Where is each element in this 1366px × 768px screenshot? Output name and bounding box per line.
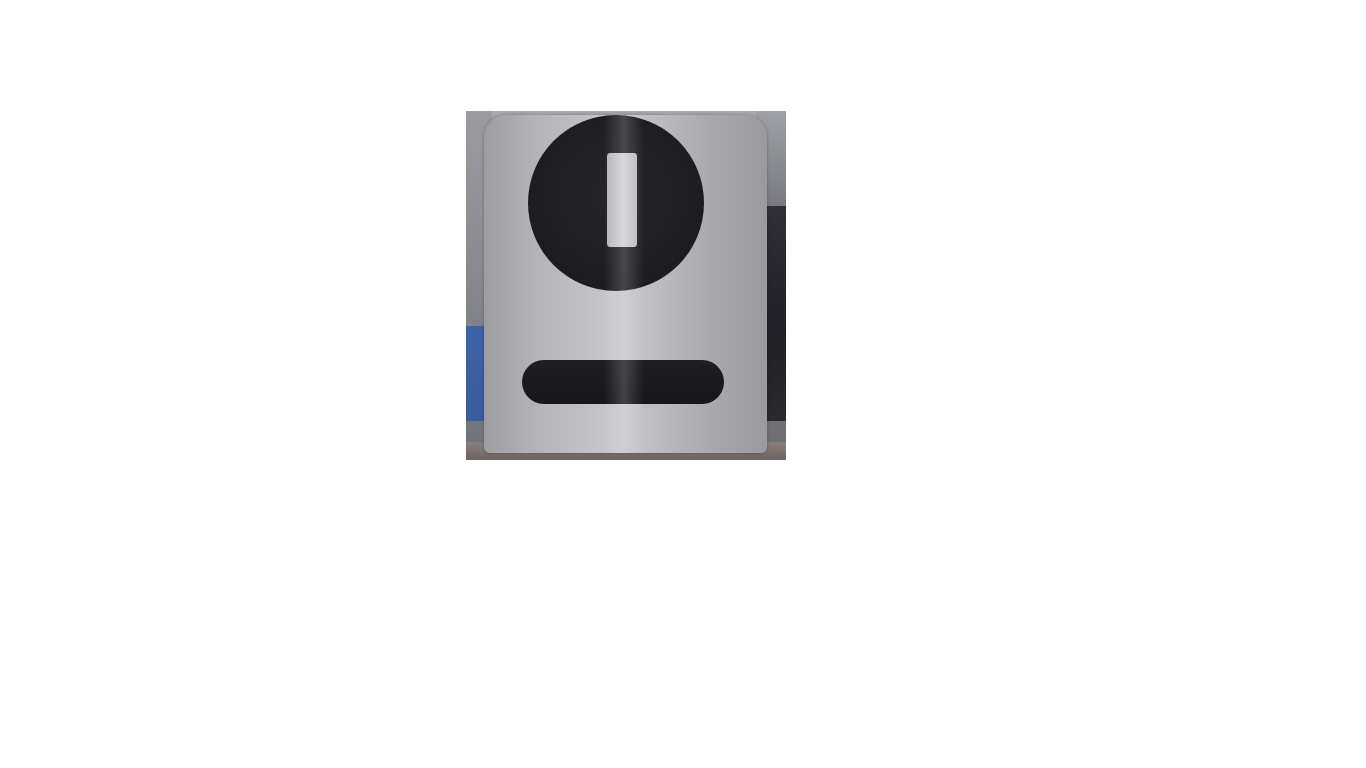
black-circle-symbol (528, 115, 704, 291)
vertical-slot-symbol (607, 153, 637, 247)
gray-card (484, 115, 767, 453)
background-blue-object (466, 326, 484, 421)
photo (466, 111, 786, 460)
horizontal-bar-symbol (522, 360, 724, 404)
